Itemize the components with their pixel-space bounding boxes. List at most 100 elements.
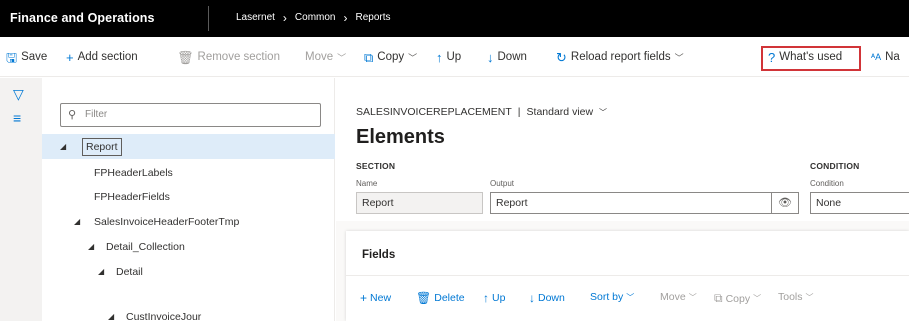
tree-node-label: SalesInvoiceHeaderFooterTmp: [94, 215, 240, 228]
new-button[interactable]: + New: [360, 291, 391, 305]
up-button[interactable]: ↑ Up: [436, 49, 461, 65]
view-name[interactable]: Standard view: [527, 106, 594, 118]
filter-input[interactable]: ⚲ Filter: [60, 103, 321, 127]
copy-icon: ⧉: [714, 291, 723, 305]
list-icon[interactable]: ≡: [13, 110, 21, 126]
output-field[interactable]: Report: [490, 192, 772, 214]
breadcrumb-lasernet[interactable]: Lasernet: [236, 12, 275, 23]
na-label: Na: [885, 51, 900, 63]
save-icon: 🖫: [6, 49, 18, 65]
fields-copy-label: Copy: [725, 292, 751, 305]
tree-node-custinvoicejour[interactable]: ◢ CustInvoiceJour: [42, 304, 335, 321]
page-title: Elements: [356, 126, 445, 148]
delete-label: Delete: [434, 292, 465, 304]
new-label: New: [370, 292, 392, 304]
fields-move-button[interactable]: Move ﹀: [660, 291, 697, 303]
tree-node-report[interactable]: ◢ Report: [42, 134, 335, 159]
expand-triangle-icon[interactable]: ◢: [74, 217, 80, 226]
fields-up-label: Up: [492, 292, 506, 304]
fields-section: Fields + New 🗑 Delete ↑ Up ↓ Down Sort b…: [346, 231, 909, 321]
chevron-down-icon: ﹀: [408, 52, 418, 63]
copy-label: Copy: [377, 51, 405, 63]
chevron-down-icon: ﹀: [753, 294, 762, 303]
expand-triangle-icon[interactable]: ◢: [88, 242, 94, 251]
filter-icon[interactable]: ▽: [13, 86, 24, 103]
tree-node-fpheaderfields[interactable]: FPHeaderFields: [42, 184, 335, 209]
app-name[interactable]: Finance and Operations: [10, 11, 155, 25]
copy-icon: ⧉: [364, 49, 374, 65]
save-label: Save: [21, 51, 48, 63]
down-label: Down: [497, 51, 527, 63]
view-separator: |: [517, 106, 521, 118]
reload-report-fields-button[interactable]: ↻ Reload report fields ﹀: [556, 49, 684, 65]
arrow-up-icon: ↑: [483, 291, 489, 305]
breadcrumb: Lasernet › Common › Reports: [236, 10, 391, 25]
search-icon: ⚲: [68, 109, 77, 121]
add-section-button[interactable]: + Add section: [66, 49, 138, 65]
plus-icon: +: [360, 291, 368, 305]
expand-triangle-icon[interactable]: ◢: [108, 312, 114, 321]
chevron-down-icon: ﹀: [337, 52, 347, 63]
remove-section-button[interactable]: 🗑 Remove section: [177, 49, 280, 65]
chevron-down-icon: ﹀: [805, 292, 814, 302]
refresh-icon: ↻: [556, 49, 567, 65]
down-button[interactable]: ↓ Down: [487, 49, 527, 65]
chevron-down-icon: ﹀: [674, 52, 684, 63]
breadcrumb-common[interactable]: Common: [295, 12, 336, 23]
delete-button[interactable]: 🗑 Delete: [416, 291, 465, 305]
tools-label: Tools: [778, 291, 803, 303]
arrow-up-icon: ↑: [436, 49, 443, 65]
plus-icon: +: [66, 49, 74, 65]
tree-node-label: Detail: [116, 265, 143, 278]
copy-button[interactable]: ⧉ Copy ﹀: [364, 49, 417, 65]
tree-node-label: CustInvoiceJour: [126, 310, 202, 321]
chevron-down-icon: ﹀: [599, 108, 607, 117]
tree-pane: ⚲ Filter ◢ Report FPHeaderLabels FPHeade…: [42, 78, 335, 321]
add-section-label: Add section: [77, 51, 138, 63]
top-navigation-bar: Finance and Operations Lasernet › Common…: [0, 0, 909, 37]
condition-label: Condition: [810, 179, 844, 188]
section-group-header: SECTION: [356, 161, 396, 171]
breadcrumb-reports[interactable]: Reports: [356, 12, 391, 23]
fields-up-button[interactable]: ↑ Up: [483, 291, 505, 305]
chevron-down-icon: ﹀: [626, 292, 635, 302]
fields-down-label: Down: [538, 292, 565, 304]
whats-used-highlight: [761, 46, 861, 71]
text-icon: ᴬA: [871, 51, 882, 62]
remove-section-label: Remove section: [197, 51, 280, 63]
tools-button[interactable]: Tools ﹀: [778, 291, 814, 303]
chevron-right-icon: ›: [343, 10, 348, 25]
up-label: Up: [446, 51, 462, 63]
name-field[interactable]: Report: [356, 192, 483, 214]
trash-icon: 🗑: [177, 49, 194, 65]
tree-node-label: Detail_Collection: [106, 240, 185, 253]
reload-label: Reload report fields: [570, 51, 671, 63]
output-label: Output: [490, 179, 515, 188]
fields-copy-button[interactable]: ⧉ Copy ﹀: [714, 291, 761, 306]
tree-node-salesinvoiceheaderfootertmp[interactable]: ◢ SalesInvoiceHeaderFooterTmp: [42, 209, 335, 234]
tree-node-detail-collection[interactable]: ◢ Detail_Collection: [42, 234, 335, 259]
condition-group-header: CONDITION: [810, 161, 860, 171]
tree-node-detail[interactable]: ◢ Detail: [42, 259, 335, 284]
eye-icon[interactable]: 👁: [772, 192, 799, 214]
view-selector[interactable]: SALESINVOICEREPLACEMENT | Standard view ﹀: [356, 106, 607, 118]
filter-placeholder: Filter: [85, 109, 108, 120]
left-rail: ▽ ≡: [0, 78, 42, 321]
expand-triangle-icon[interactable]: ◢: [98, 267, 104, 276]
report-name: SALESINVOICEREPLACEMENT: [356, 106, 512, 118]
move-label: Move: [305, 51, 334, 63]
save-button[interactable]: 🖫 Save: [6, 49, 47, 65]
tree-node-label: FPHeaderLabels: [94, 166, 173, 179]
sort-by-label: Sort by: [590, 291, 624, 303]
condition-field[interactable]: None: [810, 192, 909, 214]
tree-node-fpheaderlabels[interactable]: FPHeaderLabels: [42, 160, 335, 185]
tree-node-label: Report: [82, 138, 122, 156]
na-button[interactable]: ᴬA Na: [871, 49, 900, 65]
move-button[interactable]: Move ﹀: [305, 49, 346, 65]
fields-down-button[interactable]: ↓ Down: [529, 291, 565, 305]
expand-triangle-icon[interactable]: ◢: [60, 142, 66, 151]
sort-by-button[interactable]: Sort by ﹀: [590, 291, 634, 303]
name-label: Name: [356, 179, 378, 188]
main-pane: SALESINVOICEREPLACEMENT | Standard view ﹀ …: [336, 78, 909, 321]
fields-section-title[interactable]: Fields: [362, 249, 395, 261]
